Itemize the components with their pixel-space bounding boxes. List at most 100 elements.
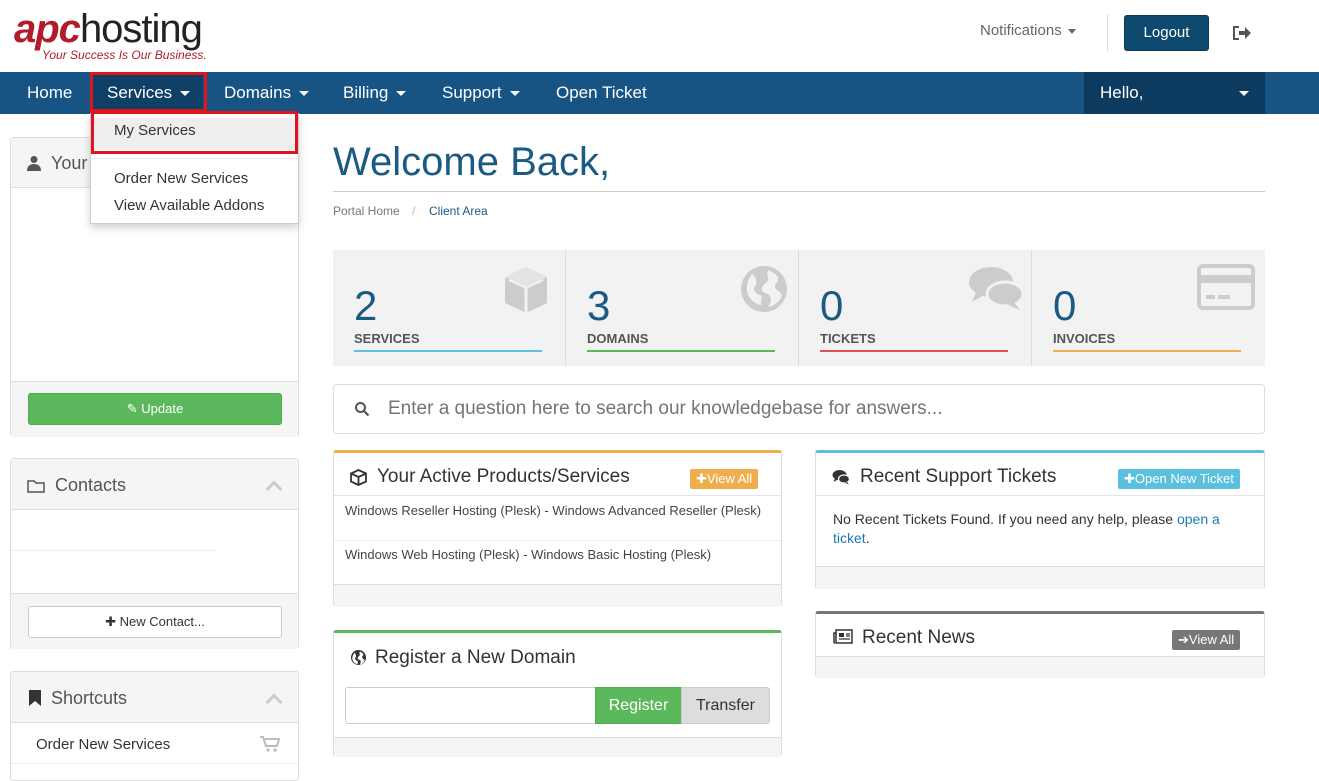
nav-support-label: Support — [442, 83, 502, 102]
notifications-label: Notifications — [980, 22, 1062, 39]
knowledgebase-search — [333, 384, 1265, 434]
title-divider — [333, 191, 1265, 192]
nav-support[interactable]: Support — [442, 72, 520, 114]
your-info-footer: ✎ Update — [11, 381, 298, 437]
caret-down-icon — [396, 91, 407, 97]
user-greeting: Hello, — [1100, 83, 1144, 102]
transfer-button[interactable]: Transfer — [681, 687, 770, 724]
caret-down-icon — [509, 91, 520, 97]
credit-card-icon — [1197, 264, 1255, 316]
user-menu[interactable]: Hello, — [1084, 72, 1265, 114]
plus-icon: ✚ — [105, 614, 120, 629]
notifications-dropdown[interactable]: Notifications — [980, 22, 1076, 39]
services-underline — [354, 350, 542, 352]
caret-down-icon — [1067, 28, 1076, 34]
newspaper-icon — [833, 629, 853, 649]
invoices-count: 0 — [1053, 282, 1077, 329]
card-footer — [334, 584, 781, 607]
recent-news-title: Recent News — [862, 627, 975, 648]
arrow-right-icon: ➔ — [1178, 632, 1189, 647]
domains-count: 3 — [587, 282, 611, 329]
comments-icon — [832, 469, 851, 490]
caret-down-icon — [299, 91, 310, 97]
logout-button[interactable]: Logout — [1124, 15, 1209, 51]
breadcrumb-client-area[interactable]: Client Area — [429, 204, 488, 218]
register-domain-card: Register a New Domain Register Transfer — [333, 630, 782, 757]
knowledgebase-search-input[interactable] — [388, 393, 1248, 425]
update-button[interactable]: ✎ Update — [28, 393, 282, 425]
sign-out-icon[interactable] — [1230, 22, 1252, 44]
news-view-all-button[interactable]: ➔View All — [1172, 630, 1241, 650]
menu-item-order-new-services[interactable]: Order New Services — [91, 170, 298, 187]
page-title: Welcome Back, — [333, 140, 611, 184]
caret-down-icon — [1239, 91, 1249, 96]
plus-icon: ✚ — [1124, 471, 1135, 486]
breadcrumb-portal-home[interactable]: Portal Home — [333, 204, 400, 218]
contacts-title: Contacts — [55, 475, 127, 495]
shortcuts-title: Shortcuts — [51, 688, 128, 708]
nav-home[interactable]: Home — [27, 72, 72, 114]
shortcuts-header[interactable]: Shortcuts — [11, 672, 298, 723]
register-button[interactable]: Register — [595, 687, 682, 724]
logo-wordmark: apchosting — [14, 6, 203, 52]
product-item-link[interactable]: Windows Reseller Hosting (Plesk) - Windo… — [345, 503, 761, 518]
open-new-ticket-button[interactable]: ✚Open New Ticket — [1118, 469, 1240, 489]
cube-icon — [350, 469, 367, 491]
card-footer — [816, 656, 1264, 678]
pencil-icon: ✎ — [126, 401, 142, 416]
logo-tagline: Your Success Is Our Business. — [42, 48, 207, 62]
stats-tiles: 2 SERVICES 3 DOMAINS 0 TICKETS 0 INVOICE… — [333, 250, 1265, 366]
tickets-underline — [820, 350, 1008, 352]
news-view-all-label: View All — [1188, 632, 1235, 647]
tile-services[interactable]: 2 SERVICES — [333, 250, 566, 366]
folder-icon — [27, 477, 45, 498]
contacts-panel: Contacts ✚ New Contact... — [10, 458, 299, 649]
shortcuts-panel: Shortcuts Order New Services — [10, 671, 299, 781]
globe-icon — [739, 264, 791, 316]
shortcut-label: Order New Services — [36, 736, 171, 753]
comments-icon — [968, 264, 1025, 316]
nav-domains-label: Domains — [224, 83, 292, 102]
nav-billing[interactable]: Billing — [343, 72, 407, 114]
no-tickets-message: No Recent Tickets Found. If you need any… — [833, 510, 1243, 548]
active-products-card: Your Active Products/Services ✚View All … — [333, 450, 782, 607]
domain-search-input[interactable] — [345, 687, 596, 724]
search-icon[interactable] — [354, 401, 370, 417]
nav-domains[interactable]: Domains — [224, 72, 310, 114]
menu-divider — [91, 158, 298, 159]
item-divider — [334, 540, 781, 541]
services-highlight-box — [90, 72, 207, 112]
product-item-link[interactable]: Windows Web Hosting (Plesk) - Windows Ba… — [345, 547, 711, 562]
no-tickets-text: No Recent Tickets Found. If you need any… — [833, 511, 1177, 527]
active-products-title: Your Active Products/Services — [377, 466, 630, 487]
new-contact-button[interactable]: ✚ New Contact... — [28, 606, 282, 638]
update-label: Update — [141, 401, 184, 416]
apc-hosting-logo[interactable]: apchosting Your Success Is Our Business. — [14, 6, 234, 66]
user-icon — [27, 155, 41, 176]
contacts-header[interactable]: Contacts — [11, 459, 298, 510]
chevron-up-icon[interactable] — [265, 480, 283, 498]
nav-open-ticket[interactable]: Open Ticket — [556, 72, 647, 114]
contacts-divider — [11, 550, 216, 551]
shortcut-item-order-new-services[interactable]: Order New Services — [11, 724, 298, 764]
your-info-title: Your — [51, 153, 88, 173]
products-view-all-button[interactable]: ✚View All — [690, 469, 759, 489]
tile-domains[interactable]: 3 DOMAINS — [566, 250, 799, 366]
card-footer — [334, 737, 781, 757]
menu-item-view-available-addons[interactable]: View Available Addons — [91, 197, 298, 214]
card-divider — [334, 495, 781, 496]
domains-underline — [587, 350, 775, 352]
tile-invoices[interactable]: 0 INVOICES — [1032, 250, 1265, 366]
breadcrumb-separator: / — [412, 204, 416, 218]
globe-icon — [350, 649, 367, 671]
open-new-ticket-label: Open New Ticket — [1134, 471, 1234, 486]
logo-brand: apc — [14, 7, 81, 51]
chevron-up-icon[interactable] — [265, 693, 283, 711]
products-view-all-label: View All — [706, 471, 753, 486]
tickets-label: TICKETS — [820, 331, 876, 346]
card-divider — [816, 495, 1264, 496]
bookmark-icon — [29, 690, 41, 711]
invoices-underline — [1053, 350, 1241, 352]
support-tickets-title: Recent Support Tickets — [860, 466, 1057, 487]
tile-tickets[interactable]: 0 TICKETS — [799, 250, 1032, 366]
